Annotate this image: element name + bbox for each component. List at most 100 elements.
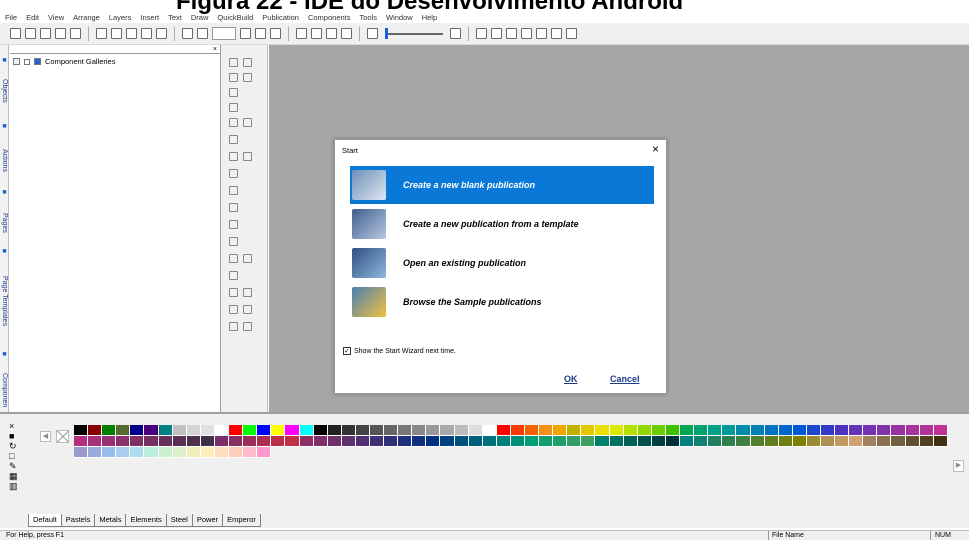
shape-tool-icon[interactable] xyxy=(229,103,238,112)
menu-item-window[interactable]: Window xyxy=(386,13,413,22)
color-swatch[interactable] xyxy=(539,425,554,436)
color-swatch[interactable] xyxy=(229,425,244,436)
upload-icon[interactable] xyxy=(341,28,352,39)
color-swatch[interactable] xyxy=(412,436,427,447)
color-swatch[interactable] xyxy=(130,447,145,458)
color-swatch[interactable] xyxy=(200,447,215,458)
color-swatch[interactable] xyxy=(229,447,244,458)
arrange-icon[interactable] xyxy=(491,28,502,39)
pattern-icon[interactable]: ▥ xyxy=(9,481,23,491)
color-swatch[interactable] xyxy=(708,425,723,436)
color-swatch[interactable] xyxy=(510,436,525,447)
copy-icon[interactable] xyxy=(111,28,122,39)
color-swatch[interactable] xyxy=(510,425,525,436)
color-swatch[interactable] xyxy=(680,436,695,447)
color-swatch[interactable] xyxy=(905,425,920,436)
color-swatch[interactable] xyxy=(144,425,159,436)
button-tool-icon[interactable] xyxy=(229,169,238,178)
color-swatch[interactable] xyxy=(74,436,89,447)
color-swatch[interactable] xyxy=(88,425,103,436)
color-swatch[interactable] xyxy=(313,436,328,447)
color-swatch[interactable] xyxy=(764,425,779,436)
scroll-right-icon[interactable]: ▶ xyxy=(953,460,964,472)
color-swatch[interactable] xyxy=(257,436,272,447)
tab-objects[interactable]: Objects xyxy=(0,69,9,113)
color-swatch[interactable] xyxy=(116,425,131,436)
scroll-left-icon[interactable]: ◀ xyxy=(40,431,51,442)
color-swatch[interactable] xyxy=(567,425,582,436)
color-swatch[interactable] xyxy=(806,425,821,436)
color-swatch[interactable] xyxy=(623,425,638,436)
menu-item-quickbuild[interactable]: QuickBuild xyxy=(217,13,253,22)
layout-icon[interactable] xyxy=(10,28,21,39)
media-tool-icon[interactable] xyxy=(229,186,238,195)
snap-icon[interactable] xyxy=(255,28,266,39)
chart-icon[interactable] xyxy=(551,28,562,39)
color-swatch[interactable] xyxy=(665,436,681,447)
color-swatch[interactable] xyxy=(736,436,751,447)
tab-pages[interactable]: Pages xyxy=(0,203,9,243)
tree-item-component-galleries[interactable]: Component Galleries xyxy=(13,57,115,66)
menu-item-publication[interactable]: Publication xyxy=(262,13,299,22)
color-swatch[interactable] xyxy=(637,436,652,447)
save-icon[interactable] xyxy=(70,28,81,39)
new-icon[interactable] xyxy=(40,28,51,39)
color-swatch[interactable] xyxy=(327,436,342,447)
color-swatch[interactable] xyxy=(933,436,948,447)
color-swatch[interactable] xyxy=(891,425,906,436)
find-icon[interactable] xyxy=(141,28,152,39)
color-swatch[interactable] xyxy=(355,436,370,447)
color-swatch[interactable] xyxy=(116,447,131,458)
palette-tab-elements[interactable]: Elements xyxy=(125,514,167,527)
palette-tab-emperor[interactable]: Emperor xyxy=(222,514,261,527)
color-swatch[interactable] xyxy=(214,425,230,436)
color-swatch[interactable] xyxy=(186,425,201,436)
tab-page-templates[interactable]: Page Templates xyxy=(0,263,9,339)
color-swatch[interactable] xyxy=(102,425,117,436)
color-swatch[interactable] xyxy=(243,436,258,447)
color-swatch[interactable] xyxy=(313,425,328,436)
color-swatch[interactable] xyxy=(158,425,173,436)
menu-item-file[interactable]: File xyxy=(5,13,17,22)
color-swatch[interactable] xyxy=(369,425,385,436)
color-swatch[interactable] xyxy=(398,425,413,436)
color-swatch[interactable] xyxy=(102,436,117,447)
color-swatch[interactable] xyxy=(863,425,878,436)
color-swatch[interactable] xyxy=(778,436,793,447)
color-swatch[interactable] xyxy=(919,436,934,447)
color-swatch[interactable] xyxy=(200,436,215,447)
zoom-out-icon[interactable] xyxy=(367,28,378,39)
color-swatch[interactable] xyxy=(74,425,89,436)
frame-icon[interactable] xyxy=(270,28,281,39)
publish-icon[interactable] xyxy=(326,28,337,39)
color-swatch[interactable] xyxy=(355,425,370,436)
color-swatch[interactable] xyxy=(454,425,469,436)
color-swatch[interactable] xyxy=(144,447,159,458)
start-option-4[interactable]: Browse the Sample publications xyxy=(350,283,654,321)
color-swatch[interactable] xyxy=(835,425,850,436)
color-swatch[interactable] xyxy=(694,425,709,436)
color-swatch[interactable] xyxy=(792,425,807,436)
color-swatch[interactable] xyxy=(257,447,272,458)
color-swatch[interactable] xyxy=(172,436,187,447)
fill-color-icon[interactable]: ■ xyxy=(9,431,23,441)
color-swatch[interactable] xyxy=(186,447,201,458)
zoom-in-icon[interactable] xyxy=(450,28,461,39)
image-tool-icon[interactable] xyxy=(243,118,252,127)
color-swatch[interactable] xyxy=(102,447,117,458)
swap-icon[interactable]: ↻ xyxy=(9,441,23,451)
color-swatch[interactable] xyxy=(849,436,864,447)
expand-icon[interactable] xyxy=(24,58,30,65)
tab-actions[interactable]: Actions xyxy=(0,135,9,185)
palette-tab-pastels[interactable]: Pastels xyxy=(60,514,96,527)
color-swatch[interactable] xyxy=(412,425,427,436)
color-swatch[interactable] xyxy=(158,436,173,447)
gradient-icon[interactable]: ▦ xyxy=(9,471,23,481)
color-swatch[interactable] xyxy=(214,436,230,447)
color-swatch[interactable] xyxy=(750,425,765,436)
color-swatch[interactable] xyxy=(877,425,892,436)
start-option-1[interactable]: Create a new blank publication xyxy=(350,166,654,204)
color-swatch[interactable] xyxy=(440,425,455,436)
color-swatch[interactable] xyxy=(820,436,836,447)
close-icon[interactable]: × xyxy=(652,142,659,156)
